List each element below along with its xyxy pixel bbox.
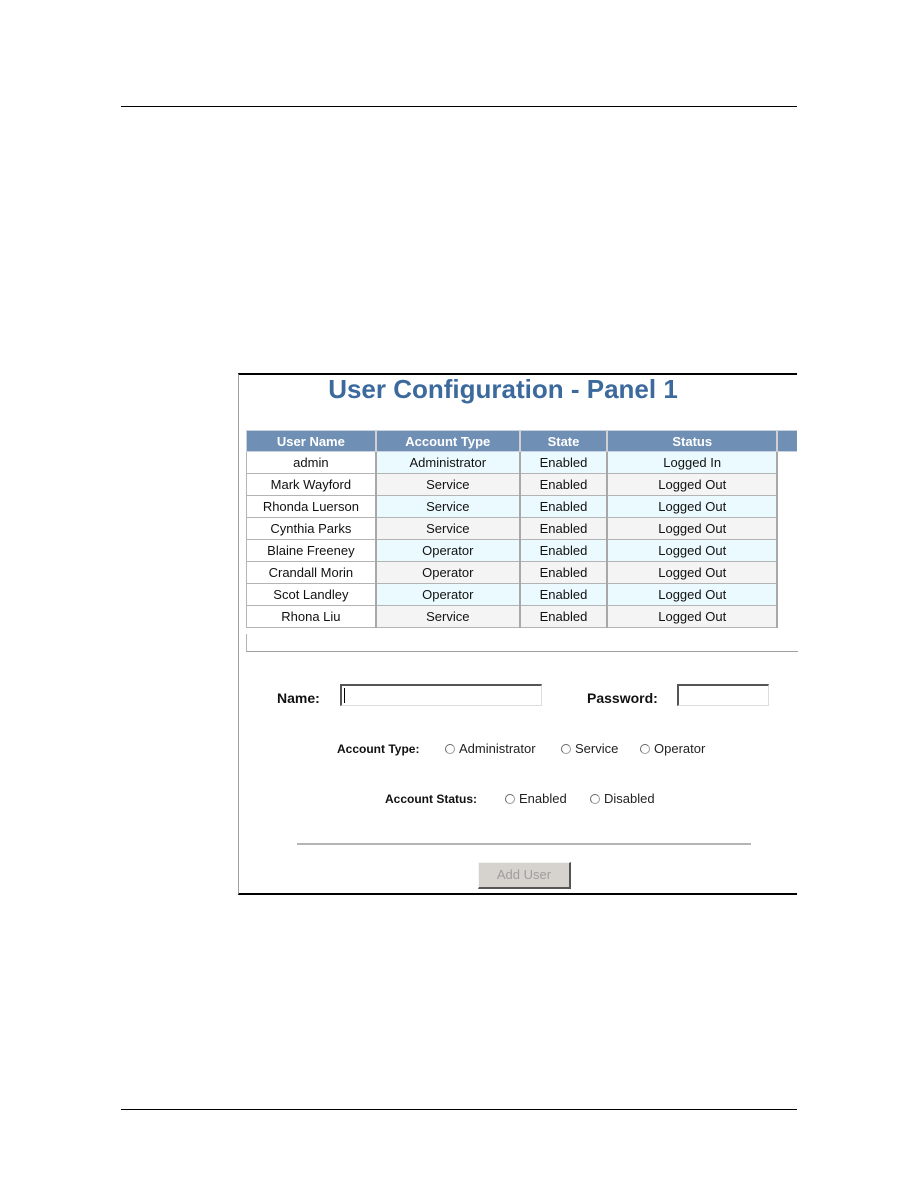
table-row[interactable]: Cynthia Parks Service Enabled Logged Out [245,517,797,540]
page-footer-rule [121,1109,797,1110]
column-header-state[interactable]: State [519,430,609,452]
cell-spacer [777,451,797,474]
cell-user-name: Rhonda Luerson [245,495,377,518]
cell-user-name: Rhona Liu [245,605,377,628]
name-label: Name: [277,690,320,706]
cell-state: Enabled [519,495,609,518]
password-input[interactable] [677,684,769,706]
cell-account-type: Service [375,495,521,518]
cell-status: Logged Out [606,583,779,606]
radio-label: Enabled [519,791,567,806]
cell-status: Logged Out [606,517,779,540]
page-header-rule [121,106,797,107]
account-status-radio-disabled[interactable]: Disabled [590,791,655,806]
password-label: Password: [587,690,658,706]
table-row[interactable]: Crandall Morin Operator Enabled Logged O… [245,561,797,584]
cell-user-name: Cynthia Parks [245,517,377,540]
cell-spacer [777,495,797,518]
cell-spacer [777,473,797,496]
radio-button-icon[interactable] [590,793,600,804]
radio-label: Disabled [604,791,655,806]
radio-label: Administrator [459,741,536,756]
table-row[interactable]: Rhonda Luerson Service Enabled Logged Ou… [245,495,797,518]
account-type-radio-administrator[interactable]: Administrator [445,741,536,756]
cell-status: Logged In [606,451,779,474]
cell-user-name: Crandall Morin [245,561,377,584]
radio-button-icon[interactable] [505,793,515,804]
add-user-button[interactable]: Add User [478,862,571,889]
user-table: User Name Account Type State Status admi… [245,430,797,628]
radio-button-icon[interactable] [561,743,571,754]
table-row[interactable]: Scot Landley Operator Enabled Logged Out [245,583,797,606]
cell-status: Logged Out [606,539,779,562]
cell-spacer [777,583,797,606]
table-row[interactable]: Mark Wayford Service Enabled Logged Out [245,473,797,496]
cell-account-type: Service [375,517,521,540]
column-header-status[interactable]: Status [606,430,779,452]
cell-account-type: Administrator [375,451,521,474]
cell-spacer [777,605,797,628]
cell-state: Enabled [519,583,609,606]
text-cursor [344,688,345,703]
cell-state: Enabled [519,517,609,540]
cell-user-name: Blaine Freeney [245,539,377,562]
cell-spacer [777,561,797,584]
cell-account-type: Service [375,605,521,628]
cell-state: Enabled [519,451,609,474]
cell-account-type: Operator [375,539,521,562]
cell-status: Logged Out [606,473,779,496]
column-header-account-type[interactable]: Account Type [375,430,521,452]
panel-title: User Configuration - Panel 1 [328,374,678,404]
table-header-row: User Name Account Type State Status [245,430,797,452]
cell-account-type: Operator [375,583,521,606]
table-row[interactable]: admin Administrator Enabled Logged In [245,451,797,474]
cell-account-type: Operator [375,561,521,584]
cell-user-name: Scot Landley [245,583,377,606]
radio-button-icon[interactable] [445,743,455,754]
cell-state: Enabled [519,539,609,562]
radio-button-icon[interactable] [640,743,650,754]
cell-user-name: Mark Wayford [245,473,377,496]
account-type-label: Account Type: [337,742,420,756]
column-header-user-name[interactable]: User Name [245,430,377,452]
table-footer [246,634,798,652]
account-type-radio-service[interactable]: Service [561,741,618,756]
cell-account-type: Service [375,473,521,496]
table-row[interactable]: Rhona Liu Service Enabled Logged Out [245,605,797,628]
form-divider [297,843,751,845]
cell-spacer [777,539,797,562]
cell-state: Enabled [519,605,609,628]
radio-label: Service [575,741,619,756]
cell-status: Logged Out [606,605,779,628]
cell-spacer [777,517,797,540]
account-type-radio-operator[interactable]: Operator [640,741,705,756]
name-input[interactable] [340,684,542,706]
account-status-label: Account Status: [385,792,478,806]
radio-label: Operator [654,741,706,756]
account-status-radio-enabled[interactable]: Enabled [505,791,567,806]
table-row[interactable]: Blaine Freeney Operator Enabled Logged O… [245,539,797,562]
user-configuration-panel: User Configuration - Panel 1 User Name A… [238,373,798,895]
cell-state: Enabled [519,473,609,496]
column-header-spacer [776,430,797,452]
cell-status: Logged Out [606,561,779,584]
cell-status: Logged Out [606,495,779,518]
cell-user-name: admin [245,451,377,474]
cell-state: Enabled [519,561,609,584]
